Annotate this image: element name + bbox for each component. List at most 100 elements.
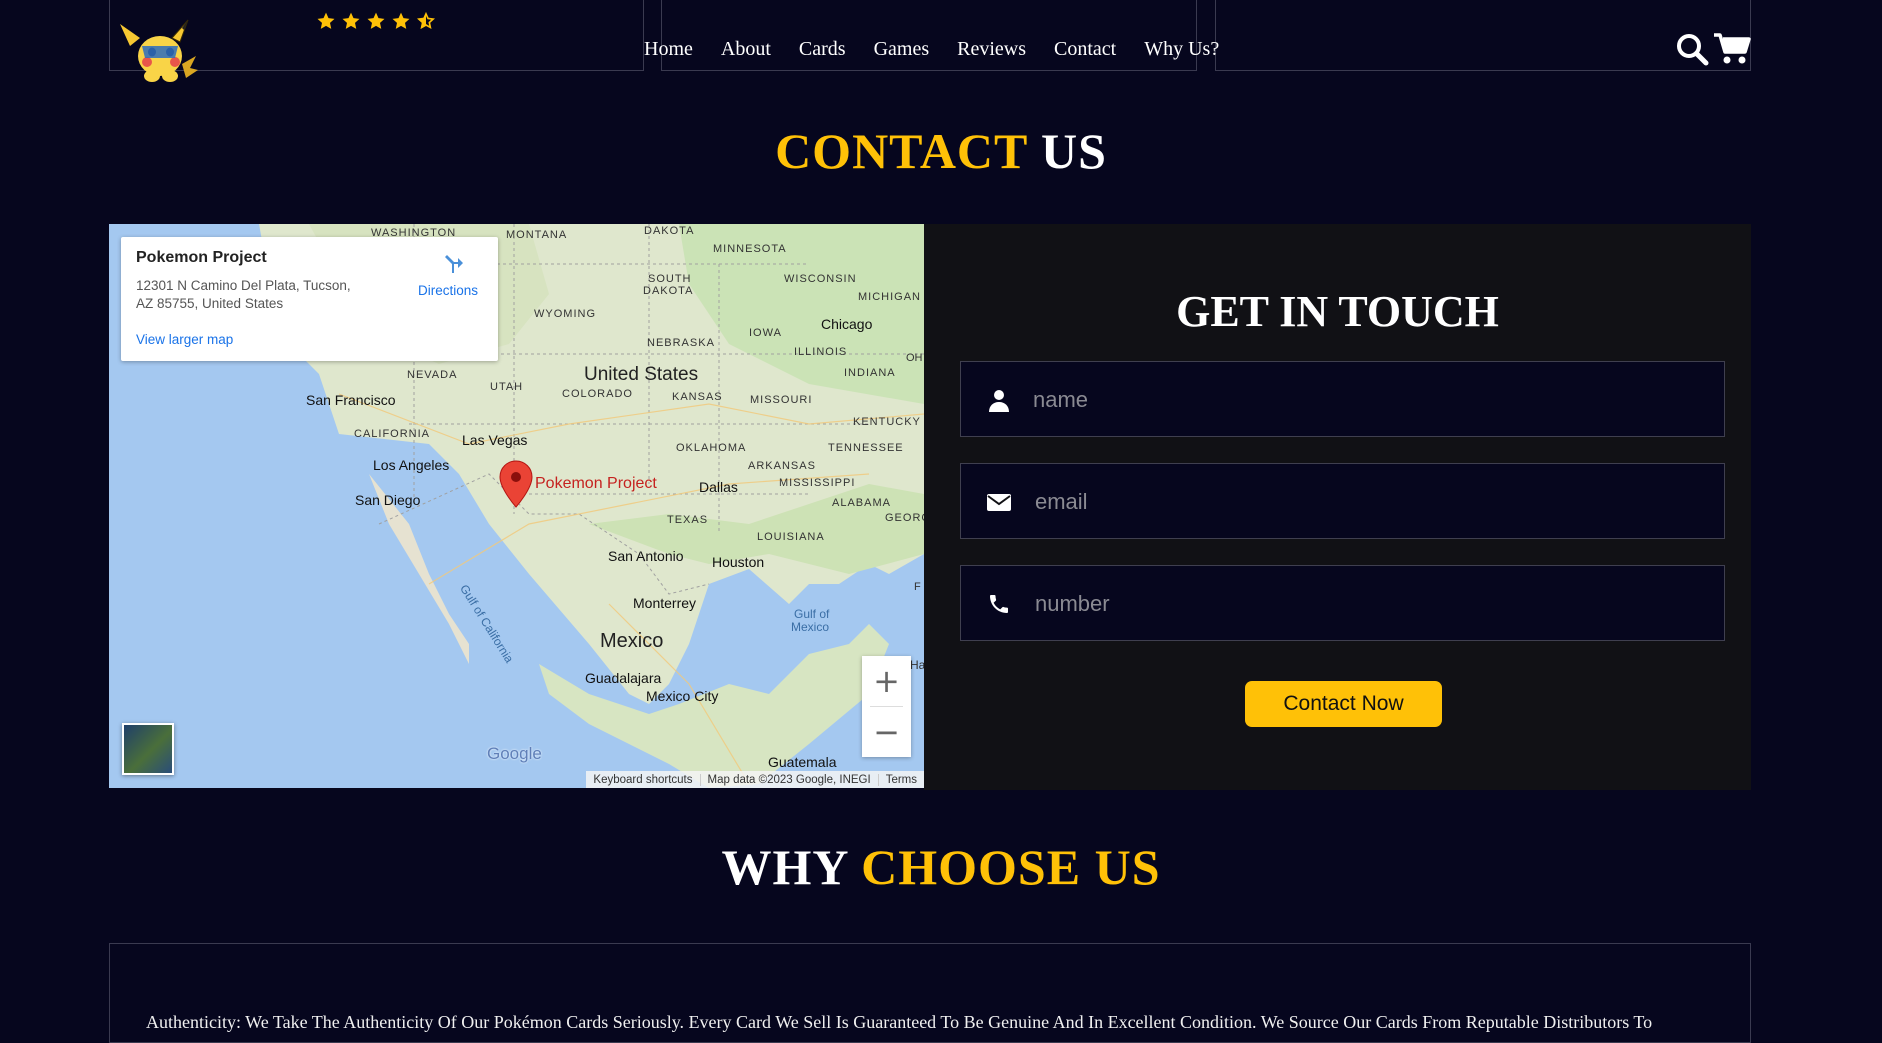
map-label: LOUISIANA [757,531,825,543]
map-label: Mexico [791,620,830,634]
map-label: MINNESOTA [713,243,787,255]
map-label: Los Angeles [373,457,450,473]
why-title-rest: WHY [721,839,848,895]
map-label: MICHIGAN [858,291,921,303]
contact-title: CONTACT US [0,122,1882,180]
why-text: Authenticity: We Take The Authenticity O… [146,1012,1653,1032]
map-label: San Antonio [608,548,684,564]
map-label: Chicago [821,316,873,332]
place-name: Pokemon Project [136,249,267,266]
map-label: San Diego [355,492,421,508]
name-field [960,361,1725,438]
map-label: TEXAS [667,514,709,526]
directions-icon[interactable] [441,251,465,275]
map-label: Houston [712,554,765,570]
map-label: TENNESSEE [828,442,904,454]
map-label: NEBRASKA [647,337,715,349]
nav-reviews[interactable]: Reviews [957,38,1026,61]
map-label: Las Vegas [462,432,528,448]
map-label: Guatemala [768,754,837,770]
map-label: ILLINOIS [794,346,848,358]
number-field [960,565,1725,642]
why-title: WHY CHOOSE US [0,838,1882,896]
email-input[interactable] [1033,464,1717,540]
search-icon[interactable] [1675,32,1709,66]
envelope-icon [987,494,1011,511]
map-label: ARKANSAS [748,460,816,472]
star-icon [367,12,385,29]
why-title-highlight: CHOOSE US [861,839,1161,895]
map-label: F [914,581,921,593]
map-label: DAKOTA [644,225,695,237]
rating-stars [316,10,436,32]
terms-link[interactable]: Terms [879,774,924,786]
user-icon [989,390,1009,412]
star-icon [392,12,410,29]
phone-icon [990,595,1008,613]
contact-title-highlight: CONTACT [775,123,1028,179]
zoom-out-button[interactable]: − [862,707,911,757]
place-address-line1: 12301 N Camino Del Plata, Tucson, [136,278,351,293]
map-label: CALIFORNIA [354,428,431,440]
map-label: Hav [910,658,924,672]
map-label: MISSISSIPPI [779,477,856,489]
nav-cards[interactable]: Cards [799,38,846,61]
nav-games[interactable]: Games [874,38,930,61]
map-label: NEVADA [407,369,458,381]
map-label: Gulf of California [457,582,517,666]
cart-icon[interactable] [1713,32,1751,66]
nav-about[interactable]: About [721,38,771,61]
keyboard-shortcuts-link[interactable]: Keyboard shortcuts [586,773,701,786]
star-icon [342,12,360,29]
map-label: WISCONSIN [784,273,857,285]
map-label: Monterrey [633,595,697,611]
contact-now-button[interactable]: Contact Now [1245,681,1442,727]
contact-form-panel: GET IN TOUCH Contact Now [924,224,1751,790]
header-box-right [1215,0,1751,71]
map-label: United States [584,364,699,385]
map-label: Mexico City [646,688,719,704]
google-map[interactable]: WASHINGTON MONTANA DAKOTA MINNESOTA SOUT… [109,224,924,788]
google-logo: Google [487,744,542,763]
nav-contact[interactable]: Contact [1054,38,1116,61]
map-label: MISSOURI [750,394,813,406]
map-data-attribution: Map data ©2023 Google, INEGI [701,773,879,786]
map-label: IOWA [749,327,782,339]
star-half-icon [417,11,435,30]
map-type-toggle[interactable] [122,723,174,775]
form-title: GET IN TOUCH [1176,287,1499,336]
map-label: KANSAS [672,391,723,403]
email-field [960,463,1725,540]
map-label: San Francisco [306,392,396,408]
name-input[interactable] [1031,362,1715,438]
directions-link[interactable]: Directions [418,283,478,298]
map-label: Mexico [600,630,664,652]
map-label: COLORADO [562,388,633,400]
map-label: ALABAMA [832,497,891,509]
map-label: OH [906,352,923,364]
map-label: SOUTH [648,273,692,285]
zoom-control: + − [862,656,911,757]
number-input[interactable] [1033,566,1717,642]
nav-why-us[interactable]: Why Us? [1144,38,1219,61]
map-label: Gulf of [794,607,830,621]
map-label: Guadalajara [585,670,662,686]
map-info-card: Pokemon Project 12301 N Camino Del Plata… [121,237,498,361]
why-card: Authenticity: We Take The Authenticity O… [109,943,1751,1043]
nav-home[interactable]: Home [644,38,693,61]
map-footer: Keyboard shortcuts Map data ©2023 Google… [586,771,924,788]
map-label: MONTANA [506,229,568,241]
map-label: Dallas [699,479,738,495]
pikachu-logo[interactable] [120,16,200,86]
map-label: KENTUCKY [853,416,921,428]
map-label: INDIANA [844,367,896,379]
zoom-in-button[interactable]: + [862,656,911,706]
place-address-line2: AZ 85755, United States [136,296,284,311]
view-larger-map-link[interactable]: View larger map [136,332,233,347]
map-label: DAKOTA [643,285,694,297]
map-label: UTAH [490,381,524,393]
map-label: OKLAHOMA [676,442,747,454]
map-label: GEORC [885,512,924,524]
main-nav: Home About Cards Games Reviews Contact W… [644,38,1247,61]
map-marker-icon[interactable] [499,460,533,508]
